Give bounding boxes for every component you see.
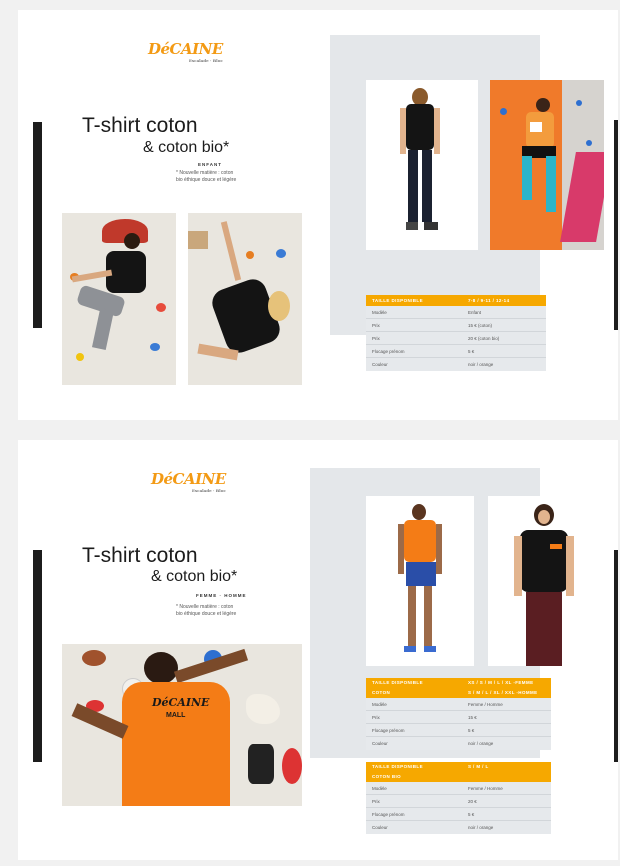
photo-kid-orange-wall: [490, 80, 604, 250]
page-title: T-shirt coton: [82, 544, 198, 567]
table-row: Couleur noir / orange: [372, 362, 494, 367]
table-row: Flocage prénom 5 €: [366, 345, 546, 358]
photo-girl-climbing: [188, 213, 302, 385]
shirt-name-print: MALL: [166, 712, 186, 719]
size-price-table-cotton: TAILLE DISPONIBLE XS / S / M / L / XL -FE…: [366, 678, 551, 750]
page-subtitle: & coton bio*: [151, 568, 238, 585]
category-label: ENFANT: [198, 162, 222, 167]
right-accent-bar: [614, 550, 618, 762]
table-header: COTON BIO: [366, 772, 551, 782]
table-row: Modèle Femme / Homme: [366, 782, 551, 795]
category-label: FEMME · HOMME: [196, 593, 247, 598]
photo-woman-standing: [488, 496, 600, 666]
table-row: Flocage prénom 5 €: [366, 808, 551, 821]
photo-man-standing: [366, 496, 474, 666]
catalog-page-adults: DéCAINE Escalade · Bloc T-shirt coton & c…: [18, 440, 618, 860]
left-accent-bar: [33, 550, 42, 762]
table-row: Flocage prénom 5 €: [366, 724, 551, 737]
table-row: Couleur noir / orange: [372, 825, 494, 830]
brand-logo: DéCAINE Escalade · Bloc: [148, 40, 223, 63]
table-header: TAILLE DISPONIBLE S / M / L: [366, 762, 551, 772]
table-header: COTON S / M / L / XL / XXL -HOMME: [366, 688, 551, 698]
table-row: Prix 15 €: [366, 711, 551, 724]
table-row: Modèle Femme / Homme: [366, 698, 551, 711]
catalog-page-kids: DéCAINE Escalade · Bloc T-shirt coton & c…: [18, 10, 618, 420]
page-title: T-shirt coton: [82, 114, 198, 137]
table-row: Prix 20 € (coton bio): [366, 332, 546, 345]
photo-kid-standing: [366, 80, 478, 250]
table-header: TAILLE DISPONIBLE XS / S / M / L / XL -FE…: [366, 678, 551, 688]
shirt-logo-print: DéCAINE: [152, 696, 210, 709]
photo-man-climbing: DéCAINE MALL: [62, 644, 302, 806]
material-note: * Nouvelle matière : coton bio éthique do…: [176, 604, 237, 617]
size-price-table-organic: TAILLE DISPONIBLE S / M / L COTON BIO Mod…: [366, 762, 551, 834]
table-row: Couleur noir / orange: [372, 741, 494, 746]
left-accent-bar: [33, 122, 42, 328]
right-accent-bar: [614, 120, 618, 330]
table-row: Modèle Enfant: [366, 306, 546, 319]
brand-logo: DéCAINE Escalade · Bloc: [151, 470, 226, 493]
photo-kid-climbing: [62, 213, 176, 385]
material-note: * Nouvelle matière : coton bio éthique do…: [176, 170, 237, 183]
table-header: TAILLE DISPONIBLE 7-8 / 9-11 / 12-14: [366, 295, 546, 306]
table-row: Prix 20 €: [366, 795, 551, 808]
size-price-table-kids: TAILLE DISPONIBLE 7-8 / 9-11 / 12-14 Modè…: [366, 295, 546, 371]
page-subtitle: & coton bio*: [143, 139, 230, 156]
table-row: Prix 15 € (coton): [366, 319, 546, 332]
